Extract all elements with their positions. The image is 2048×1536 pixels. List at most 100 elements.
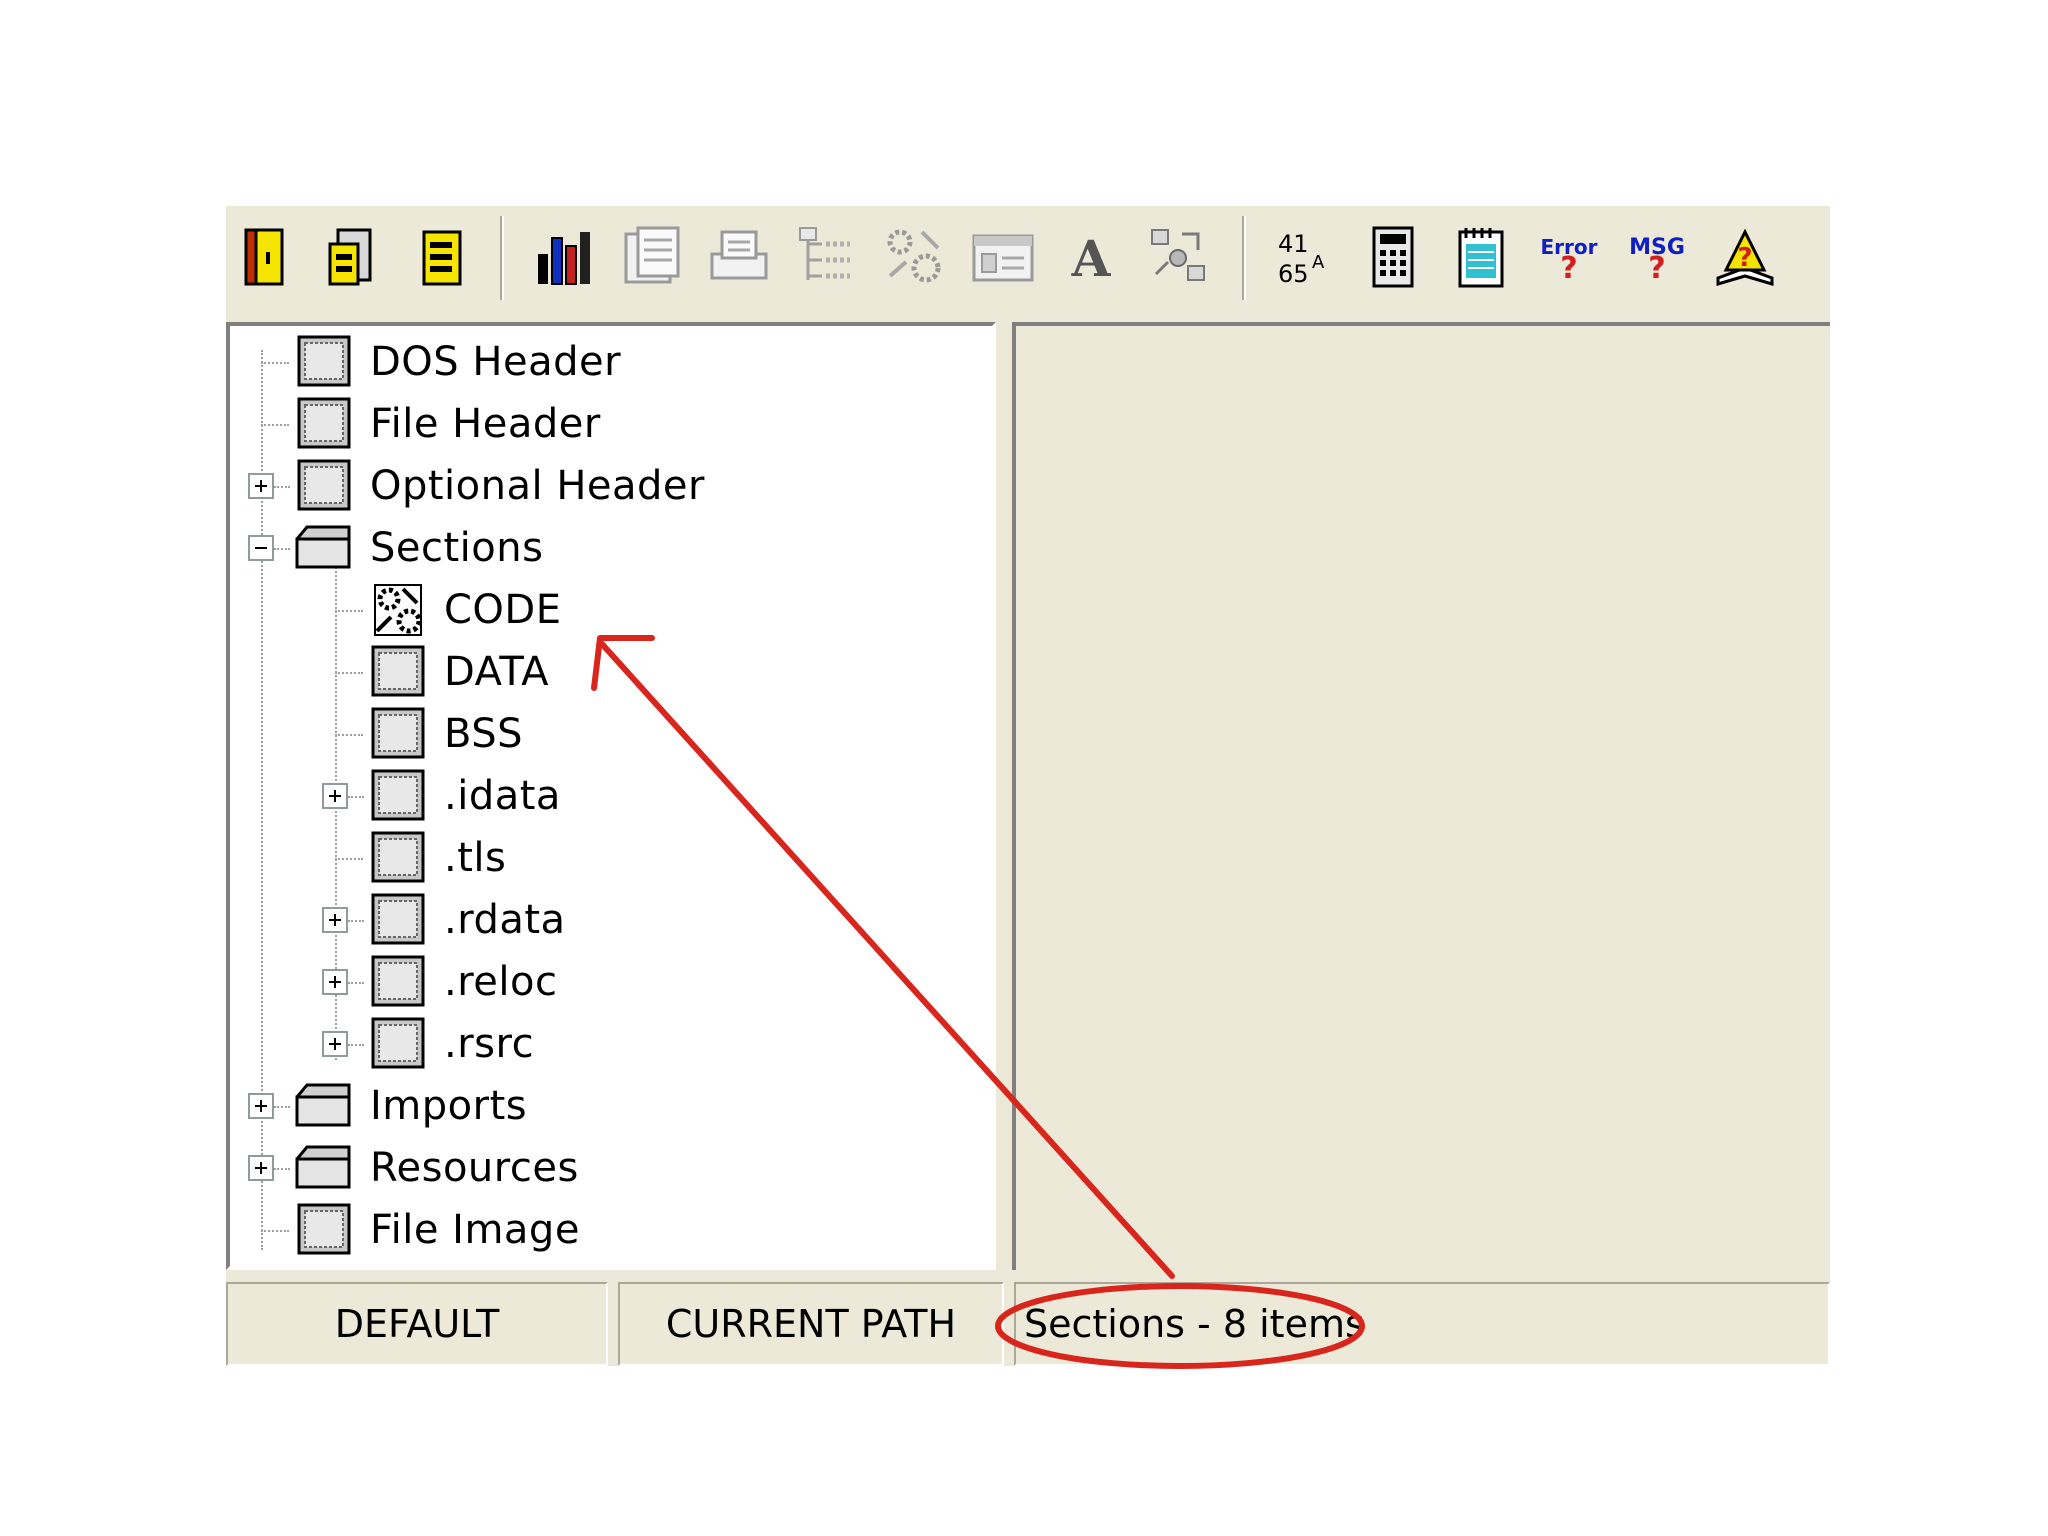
tree-item-optional-header[interactable]: Optional Header [292, 456, 705, 516]
ascii-hex-button[interactable]: 41 65 A [1266, 218, 1344, 296]
statistics-button[interactable] [524, 218, 602, 296]
tree-item-resources[interactable]: Resources [292, 1138, 579, 1198]
tree-item-rsrc[interactable]: .rsrc [366, 1014, 534, 1074]
svg-text:?: ? [1648, 251, 1665, 286]
svg-text:?: ? [1560, 251, 1577, 286]
message-lookup-icon: MSG ? [1629, 235, 1685, 286]
pane-splitter[interactable] [996, 322, 1012, 1270]
pe-explorer-window: A 41 65 A Error ? MSG ? ? DOS Header Fil… [226, 206, 1830, 1366]
collapse-sections[interactable] [248, 535, 274, 561]
expand-optional-header[interactable] [248, 473, 274, 499]
svg-text:A: A [1071, 229, 1112, 288]
tree-item-label: File Image [370, 1207, 580, 1253]
tree-item-file-header[interactable]: File Header [292, 394, 601, 454]
tree-item-label: DOS Header [370, 339, 622, 385]
grid-section-icon [366, 890, 430, 950]
calculator-icon [1372, 226, 1414, 288]
status-bar: DEFAULT CURRENT PATH Sections - 8 items [226, 1282, 1830, 1366]
svg-text:65: 65 [1278, 260, 1309, 288]
print-button[interactable] [700, 218, 778, 296]
disassemble-icon [887, 229, 941, 283]
tree-item-data[interactable]: DATA [366, 642, 549, 702]
calculator-button[interactable] [1354, 218, 1432, 296]
grid-section-icon [292, 1200, 356, 1260]
code-section-icon [366, 580, 430, 640]
expand-resources[interactable] [248, 1155, 274, 1181]
tree-item-rdata[interactable]: .rdata [366, 890, 566, 950]
tree-item-label: .tls [444, 835, 507, 881]
ascii-hex-icon: 41 65 A [1278, 230, 1325, 288]
expand-imports[interactable] [248, 1093, 274, 1119]
statistics-icon [538, 232, 590, 285]
tree-item-bss[interactable]: BSS [366, 704, 523, 764]
help-icon: ? [1716, 228, 1774, 287]
error-lookup-icon: Error ? [1541, 235, 1598, 286]
grid-section-icon [366, 1014, 430, 1074]
tree-item-label: Imports [370, 1083, 528, 1129]
message-lookup-button[interactable]: MSG ? [1618, 218, 1696, 296]
expand-reloc[interactable] [322, 969, 348, 995]
tree-item-label: DATA [444, 649, 550, 695]
disassemble-button[interactable] [876, 218, 954, 296]
tree-view-icon [799, 227, 850, 280]
notepad-button[interactable] [1442, 218, 1520, 296]
hex-view-icon [624, 226, 680, 284]
expand-rsrc[interactable] [322, 1031, 348, 1057]
font-icon: A [1071, 229, 1112, 288]
tree-view-button[interactable] [788, 218, 866, 296]
save-file-button[interactable] [314, 218, 392, 296]
tree-item-label: .rdata [444, 897, 566, 943]
transform-icon [1151, 229, 1205, 281]
folder-icon [292, 1138, 356, 1198]
status-info: Sections - 8 items [1014, 1282, 1830, 1366]
status-current-path: CURRENT PATH [618, 1282, 1004, 1366]
save-file-icon [328, 228, 372, 286]
svg-text:A: A [1312, 252, 1325, 273]
grid-section-icon [366, 952, 430, 1012]
window-icon [972, 234, 1034, 282]
tree-item-label: Optional Header [370, 463, 705, 509]
tree-item-label: .idata [444, 773, 561, 819]
grid-section-icon [366, 704, 430, 764]
error-lookup-button[interactable]: Error ? [1530, 218, 1608, 296]
window-view-button[interactable] [964, 218, 1042, 296]
status-default: DEFAULT [226, 1282, 608, 1366]
grid-section-icon [292, 394, 356, 454]
open-file-icon [244, 228, 284, 286]
svg-text:41: 41 [1278, 230, 1309, 258]
transform-button[interactable] [1140, 218, 1218, 296]
grid-section-icon [366, 828, 430, 888]
tree-item-label: CODE [444, 587, 562, 633]
tree-item-code[interactable]: CODE [366, 580, 562, 640]
open-file-button[interactable] [226, 218, 304, 296]
notepad-icon [1458, 228, 1504, 288]
print-icon [710, 230, 768, 280]
tree-item-label: File Header [370, 401, 601, 447]
grid-section-icon [292, 332, 356, 392]
detail-pane[interactable] [1012, 322, 1830, 1270]
help-button[interactable]: ? [1706, 218, 1784, 296]
hex-view-button[interactable] [612, 218, 690, 296]
tree-item-dos-header[interactable]: DOS Header [292, 332, 621, 392]
expand-idata[interactable] [322, 783, 348, 809]
tree-item-file-image[interactable]: File Image [292, 1200, 580, 1260]
svg-text:?: ? [1737, 243, 1752, 273]
tree-item-tls[interactable]: .tls [366, 828, 506, 888]
tree-item-reloc[interactable]: .reloc [366, 952, 557, 1012]
grid-section-icon [292, 456, 356, 516]
tree-item-idata[interactable]: .idata [366, 766, 561, 826]
folder-icon [292, 518, 356, 578]
tree-view[interactable]: DOS Header File Header Optional Header S… [226, 322, 996, 1270]
save-as-button[interactable] [402, 218, 480, 296]
expand-rdata[interactable] [322, 907, 348, 933]
grid-section-icon [366, 766, 430, 826]
font-button[interactable]: A [1052, 218, 1130, 296]
tree-item-label: .rsrc [444, 1021, 535, 1067]
save-as-icon [422, 230, 462, 286]
tree-item-label: BSS [444, 711, 524, 757]
tree-item-imports[interactable]: Imports [292, 1076, 527, 1136]
tree-item-label: Sections [370, 525, 544, 571]
tree-item-label: Resources [370, 1145, 579, 1191]
tree-item-sections[interactable]: Sections [292, 518, 543, 578]
tree-item-label: .reloc [444, 959, 558, 1005]
